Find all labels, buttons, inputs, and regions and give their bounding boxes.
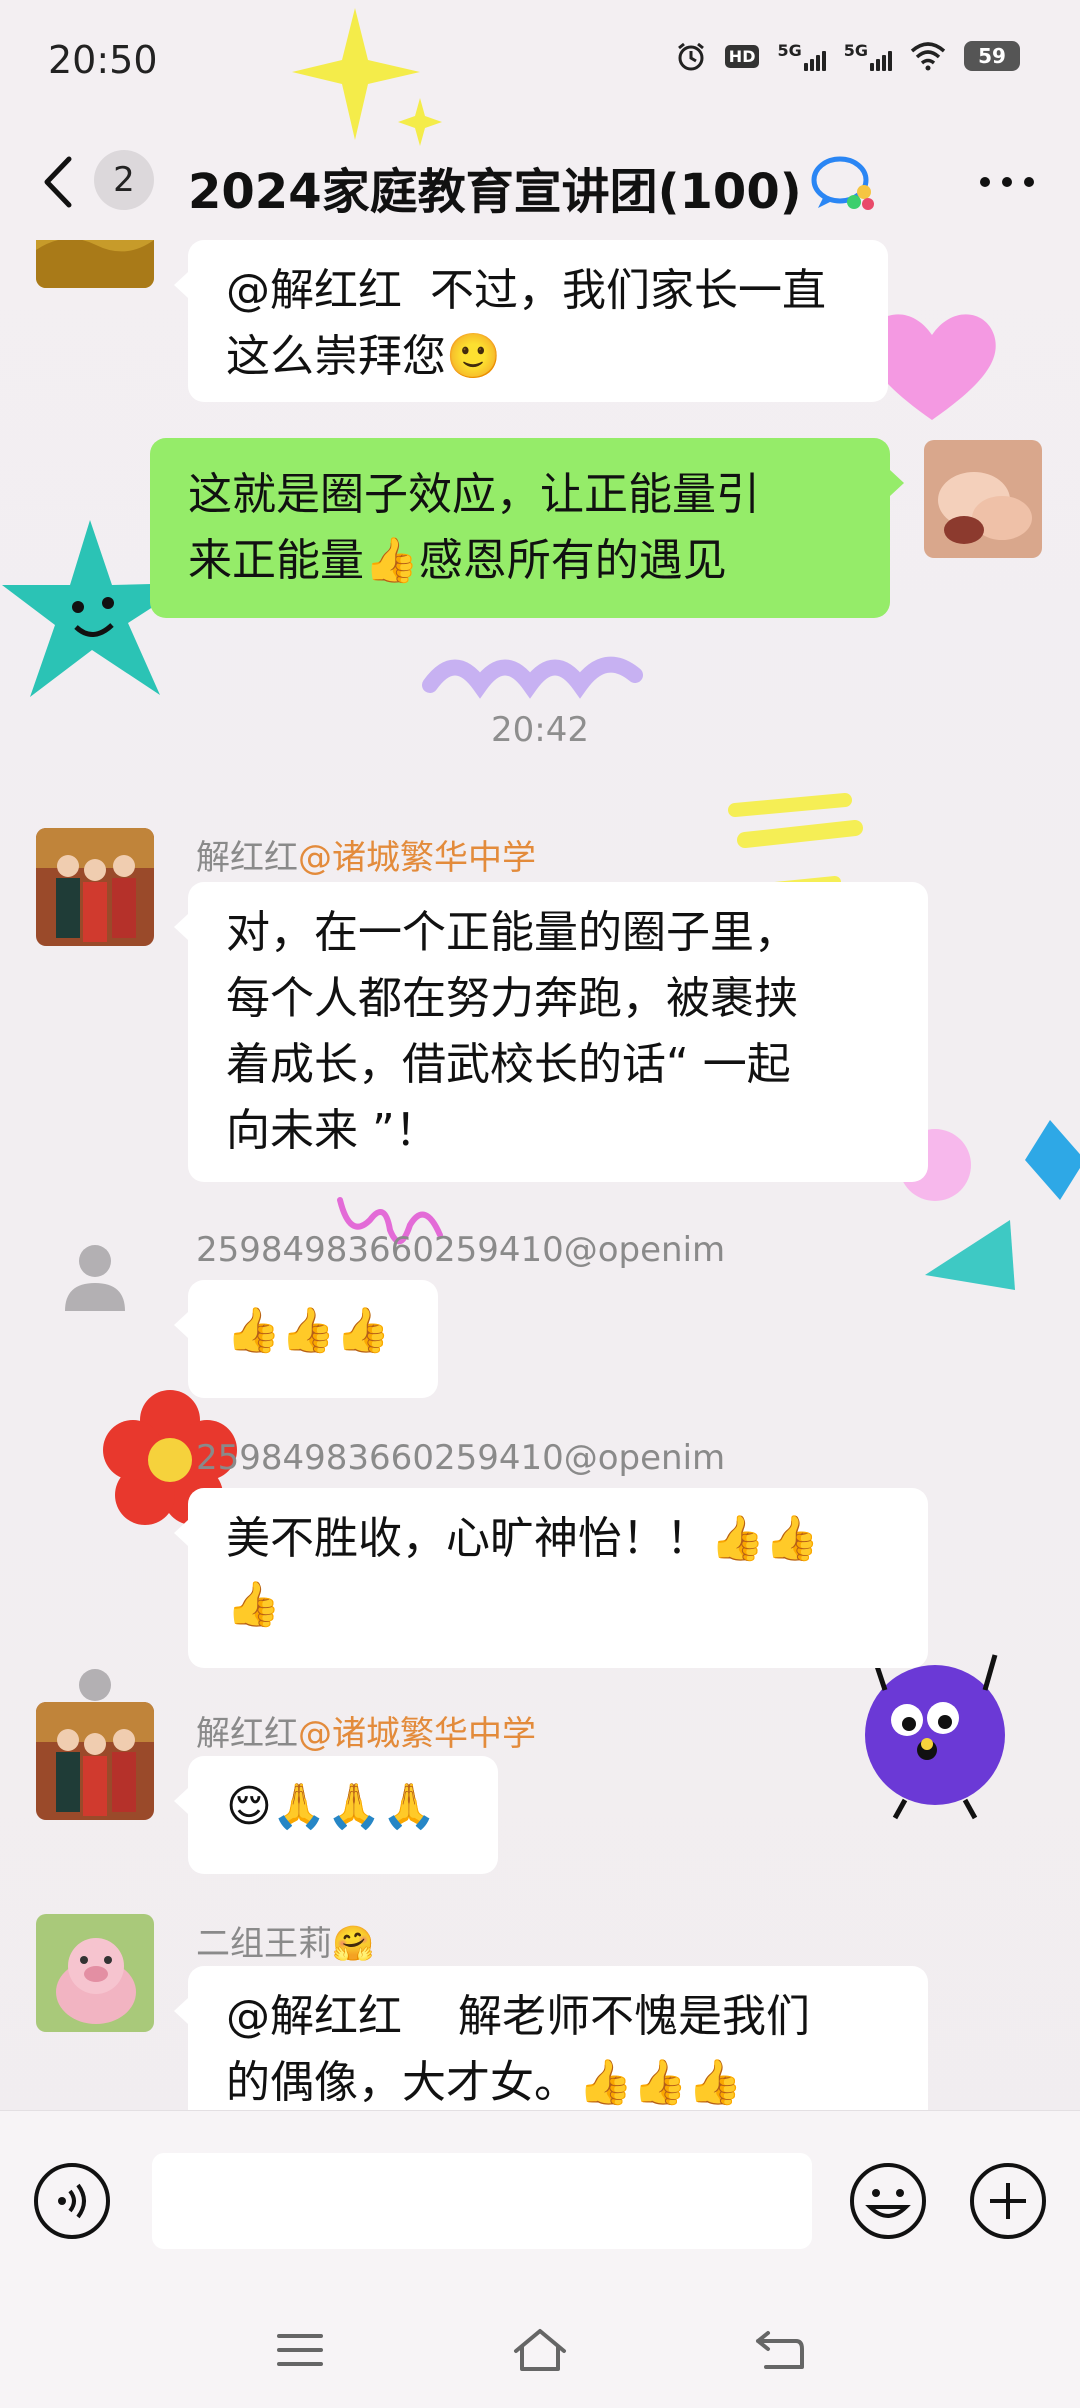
smiley-icon: [850, 2163, 926, 2239]
alarm-icon: [675, 40, 707, 72]
status-bar: 20:50 HD 5G 5G 59: [0, 0, 1080, 124]
sender-nickname: 解红红: [196, 838, 298, 878]
default-avatar[interactable]: [36, 1216, 154, 1334]
message-bubble[interactable]: @解红红 解老师不愧是我们 的偶像，大才女。👍👍👍: [174, 1966, 928, 2110]
message-bubble[interactable]: 对，在一个正能量的圈子里， 每个人都在努力奔跑，被裹挟 着成长，借武校长的话“ …: [174, 882, 928, 1182]
more-options-button[interactable]: [972, 152, 1042, 212]
voice-input-button[interactable]: [32, 2161, 112, 2241]
back-arrow-icon: [756, 2331, 804, 2369]
sender-name: 解红红@诸城繁华中学: [196, 1706, 536, 1755]
chat-header: 2 2024家庭教育宣讲团(100): [0, 124, 1080, 240]
battery-indicator: 59: [964, 41, 1020, 71]
more-actions-button[interactable]: [968, 2161, 1048, 2241]
message-bubble[interactable]: 😌🙏🙏🙏: [174, 1756, 498, 1874]
voice-icon: [34, 2163, 110, 2239]
message-bubble-outgoing[interactable]: 这就是圈子效应，让正能量引 来正能量👍感恩所有的遇见: [150, 438, 904, 618]
emoji-button[interactable]: [848, 2161, 928, 2241]
back-nav-button[interactable]: [745, 2320, 815, 2380]
chat-screen: 20:50 HD 5G 5G 59 2 2024家庭教育宣讲团(100) @解红…: [0, 0, 1080, 2408]
sender-name: 解红红@诸城繁华中学: [196, 830, 536, 879]
status-time: 20:50: [48, 38, 158, 82]
chat-title: 2024家庭教育宣讲团(100): [188, 164, 802, 220]
home-button[interactable]: [505, 2320, 575, 2380]
sender-nickname: 解红红: [196, 1714, 298, 1754]
sender-name: 2598498366025941​0@openim: [196, 1438, 726, 1478]
time-divider: 20:42: [491, 710, 589, 750]
more-dots-icon: [980, 177, 1034, 187]
message-bubble[interactable]: 👍👍👍: [174, 1280, 438, 1398]
message-bubble[interactable]: @解红红 不过，我们家长一直 这么崇拜您🙂: [174, 240, 888, 402]
my-avatar[interactable]: [924, 440, 1042, 558]
message-input[interactable]: [152, 2153, 812, 2249]
avatar[interactable]: [36, 828, 154, 946]
avatar[interactable]: [36, 240, 154, 288]
avatar[interactable]: [36, 1702, 154, 1820]
sender-name: 二组王莉🤗: [196, 1924, 375, 1964]
sender-org-tag: @诸城繁华中学: [298, 838, 536, 878]
plus-icon: [970, 2163, 1046, 2239]
cellular-signal-icon: 5G: [777, 41, 826, 71]
message-list[interactable]: @解红红 不过，我们家长一直 这么崇拜您🙂 这就是圈子效应，让正能量引 来正能量…: [0, 240, 1080, 2110]
recents-button[interactable]: [265, 2320, 335, 2380]
system-nav-bar: [0, 2290, 1080, 2408]
chevron-left-icon: [44, 156, 72, 208]
menu-lines-icon: [277, 2334, 323, 2366]
input-bar: [0, 2110, 1080, 2291]
hd-voice-icon: HD: [724, 44, 760, 68]
network-type-label: 5G: [777, 41, 802, 60]
status-icons: HD 5G 5G 59: [675, 40, 1020, 72]
back-button[interactable]: [38, 152, 78, 212]
cellular-signal-icon-2: 5G: [844, 41, 892, 71]
wifi-icon: [910, 41, 946, 71]
home-icon: [514, 2329, 566, 2371]
message-bubble[interactable]: 美不胜收，心旷神怡！！👍👍 👍: [174, 1488, 928, 1668]
network-type-label-2: 5G: [843, 41, 868, 60]
person-placeholder-icon: [65, 1245, 125, 1311]
avatar[interactable]: [36, 1914, 154, 2032]
group-chat-icon[interactable]: [808, 152, 878, 214]
sender-name: 2598498366025941​0@openim: [196, 1230, 726, 1270]
unread-count-badge: 2: [94, 150, 154, 210]
sender-org-tag: @诸城繁华中学: [298, 1714, 536, 1754]
